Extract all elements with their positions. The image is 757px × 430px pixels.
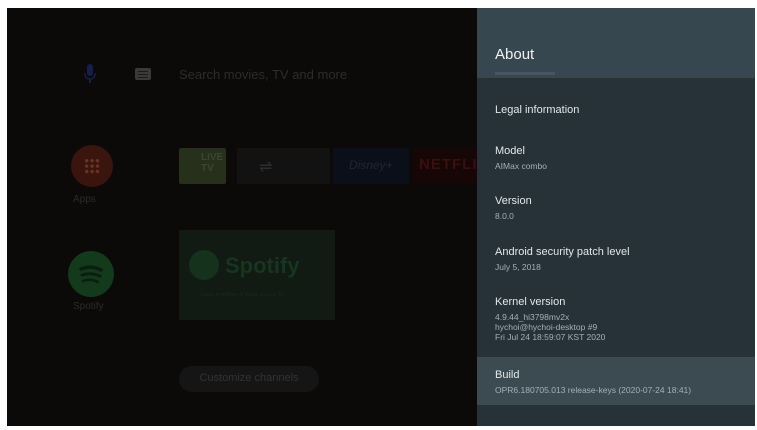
item-subtitle: July 5, 2018 xyxy=(495,262,541,272)
search-placeholder[interactable]: Search movies, TV and more xyxy=(179,67,347,82)
item-title: Legal information xyxy=(495,104,580,116)
list-item-build[interactable]: Build OPR6.180705.013 release-keys (2020… xyxy=(477,357,755,405)
page-title: About xyxy=(495,46,535,63)
scrolled-item-peek xyxy=(495,72,555,75)
item-title: Version xyxy=(495,195,532,207)
spotify-card-icon xyxy=(189,250,219,280)
list-item-version[interactable]: Version 8.0.0 xyxy=(477,186,755,237)
list-item-security-patch[interactable]: Android security patch level July 5, 201… xyxy=(477,237,755,289)
disney-tile[interactable]: Disney+ xyxy=(333,148,409,184)
item-subtitle: OPR6.180705.013 release-keys (2020-07-24… xyxy=(495,385,692,395)
item-subtitle: 4.9.44_hi3798mv2x hychoi@hychoi-desktop … xyxy=(495,312,606,342)
microphone-icon[interactable] xyxy=(83,63,97,85)
panel-header: About xyxy=(477,8,755,78)
spotify-icon xyxy=(79,265,103,284)
list-item-kernel-version[interactable]: Kernel version 4.9.44_hi3798mv2x hychoi@… xyxy=(477,289,755,355)
about-panel: About Legal information Model AIMax comb… xyxy=(477,8,755,426)
customize-channels-label: Customize channels xyxy=(199,372,299,384)
item-title: Build xyxy=(495,369,520,381)
spotify-card[interactable]: Spotify Listen to millions of songs on y… xyxy=(179,230,335,320)
keyboard-icon[interactable] xyxy=(135,68,151,80)
live-tv-tile[interactable]: LIVE TV xyxy=(179,148,226,184)
item-title: Android security patch level xyxy=(495,246,630,258)
list-item-model[interactable]: Model AIMax combo xyxy=(477,134,755,186)
channel-tile-icon: ⇌ xyxy=(259,159,273,176)
spotify-label: Spotify xyxy=(73,301,104,312)
channel-tile[interactable]: ⇌ xyxy=(237,148,330,184)
spotify-card-brand: Spotify xyxy=(225,253,300,278)
item-title: Kernel version xyxy=(495,296,566,308)
item-subtitle: 8.0.0 xyxy=(495,211,514,221)
item-subtitle: AIMax combo xyxy=(495,161,547,171)
live-tv-label: LIVE TV xyxy=(201,152,224,174)
list-item-legal-information[interactable]: Legal information xyxy=(477,90,755,134)
netflix-tile[interactable]: NETFLIX xyxy=(413,148,488,184)
spotify-app-icon[interactable] xyxy=(68,251,114,297)
apps-label: Apps xyxy=(73,194,96,205)
customize-channels-button[interactable]: Customize channels xyxy=(179,366,319,392)
item-title: Model xyxy=(495,145,525,157)
apps-grid-icon xyxy=(84,158,100,174)
tv-screen: Search movies, TV and more Apps Spotify … xyxy=(7,8,755,426)
disney-label: Disney+ xyxy=(349,158,393,172)
spotify-card-subtitle: Listen to millions of songs on your TV xyxy=(201,292,285,298)
dimmed-launcher: Search movies, TV and more Apps Spotify … xyxy=(7,8,488,426)
